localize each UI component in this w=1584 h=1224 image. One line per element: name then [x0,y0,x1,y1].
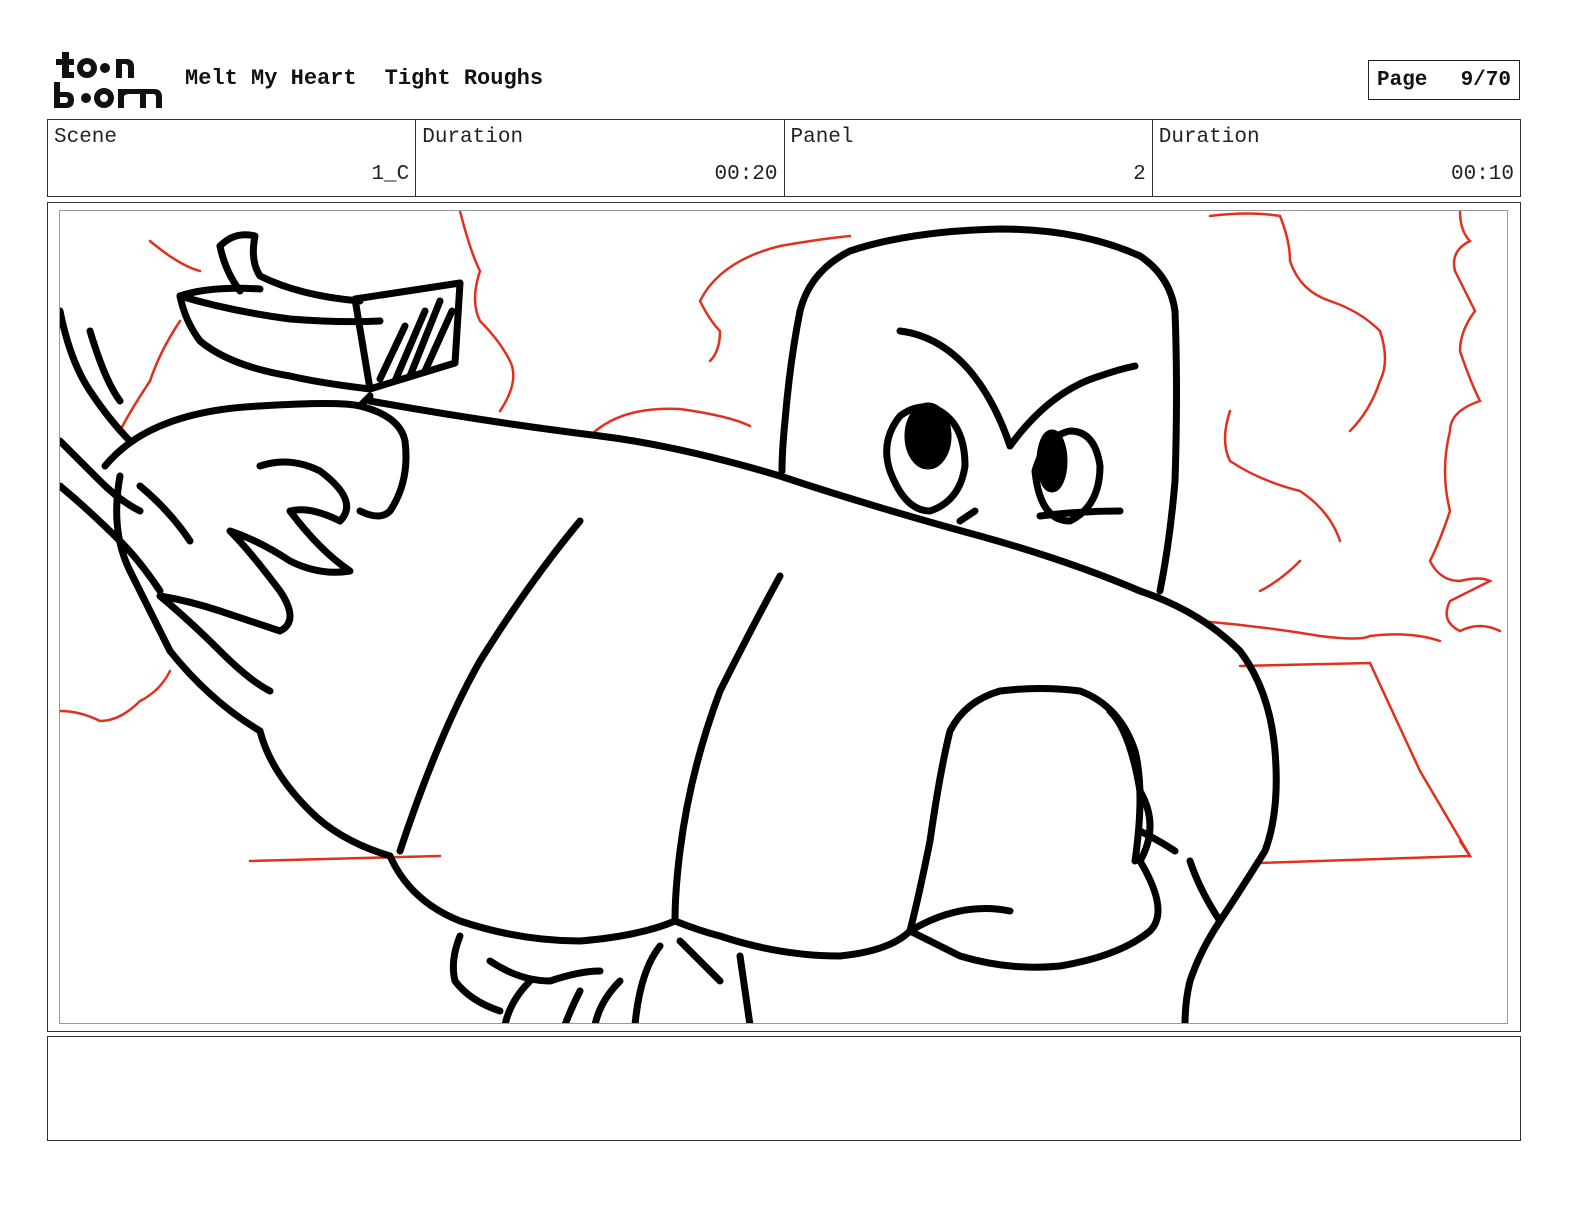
scene-duration-cell: Duration 00:20 [416,120,785,196]
panel-duration-value: 00:10 [1450,163,1514,186]
panel-duration-cell: Duration 00:10 [1153,120,1520,196]
scene-duration-value: 00:20 [714,163,778,186]
scene-duration-label: Duration [422,126,524,149]
scene-cell: Scene 1_C [48,120,417,196]
panel-label: Panel [790,126,854,149]
scene-info-table: Scene 1_C Duration 00:20 Panel 2 Duratio… [47,119,1521,197]
ink-lines [60,225,1280,1023]
scene-value: 1_C [371,163,410,186]
panel-notes [47,1036,1521,1141]
storyboard-panel [47,202,1521,1032]
page-indicator: Page 9/70 [1368,60,1520,100]
scene-label: Scene [54,126,118,149]
toon-boom-logo [50,48,168,114]
panel-duration-label: Duration [1158,126,1260,149]
page-number: 9/70 [1460,68,1511,92]
page-label: Page [1377,68,1428,92]
panel-value: 2 [1133,163,1146,186]
panel-drawing-area [59,210,1508,1024]
project-title: Melt My Heart [185,66,357,91]
panel-cell: Panel 2 [785,120,1153,196]
logo-mark [54,52,162,108]
panel-sketch [60,211,1502,1023]
header-title: Melt My Heart Tight Roughs [185,66,543,91]
stage-label: Tight Roughs [384,66,544,91]
